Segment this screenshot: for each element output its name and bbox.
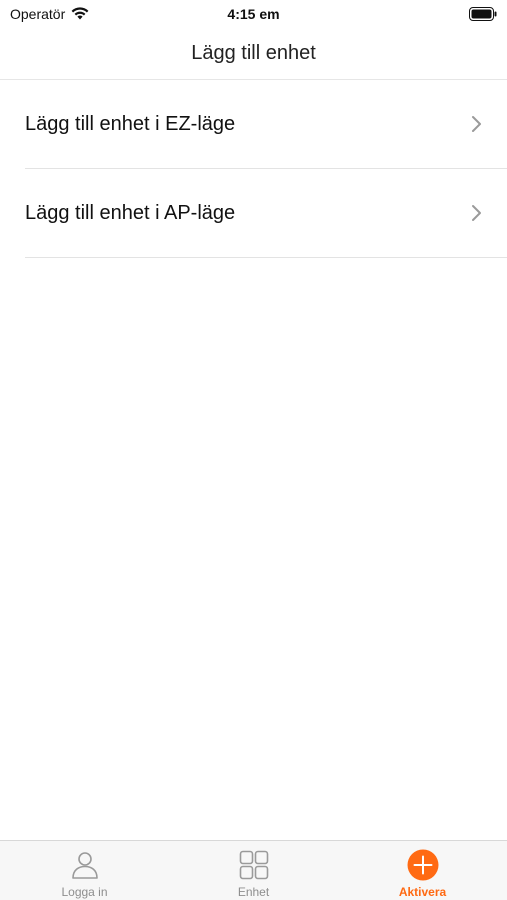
list-item-label: Lägg till enhet i AP-läge (25, 201, 236, 224)
add-device-list: Lägg till enhet i EZ-läge Lägg till enhe… (0, 80, 507, 258)
tab-activate[interactable]: Aktivera (338, 841, 507, 900)
grid-icon (238, 849, 270, 881)
person-icon (69, 849, 101, 881)
tab-label: Enhet (237, 885, 270, 899)
tab-bar: Logga in Enhet Aktivera (0, 840, 507, 900)
status-bar: Operatör 4:15 em (0, 0, 507, 28)
tab-login[interactable]: Logga in (0, 841, 169, 900)
plus-circle-icon (407, 849, 439, 881)
screen: Operatör 4:15 em Lägg till enhet Lägg ti (0, 0, 507, 900)
tab-device[interactable]: Enhet (169, 841, 338, 900)
list-item-ap-mode[interactable]: Lägg till enhet i AP-läge (25, 169, 507, 258)
tab-label: Aktivera (398, 885, 447, 899)
navigation-bar: Lägg till enhet (0, 28, 507, 80)
chevron-right-icon (471, 204, 483, 222)
chevron-right-icon (471, 115, 483, 133)
tab-label: Logga in (61, 885, 108, 899)
page-title: Lägg till enhet (191, 42, 316, 64)
list-item-label: Lägg till enhet i EZ-läge (25, 112, 236, 135)
carrier-label: Operatör (10, 6, 66, 22)
battery-icon (469, 7, 497, 21)
status-left: Operatör (10, 6, 90, 23)
list-item-ez-mode[interactable]: Lägg till enhet i EZ-läge (25, 80, 507, 169)
wifi-icon (70, 6, 90, 23)
